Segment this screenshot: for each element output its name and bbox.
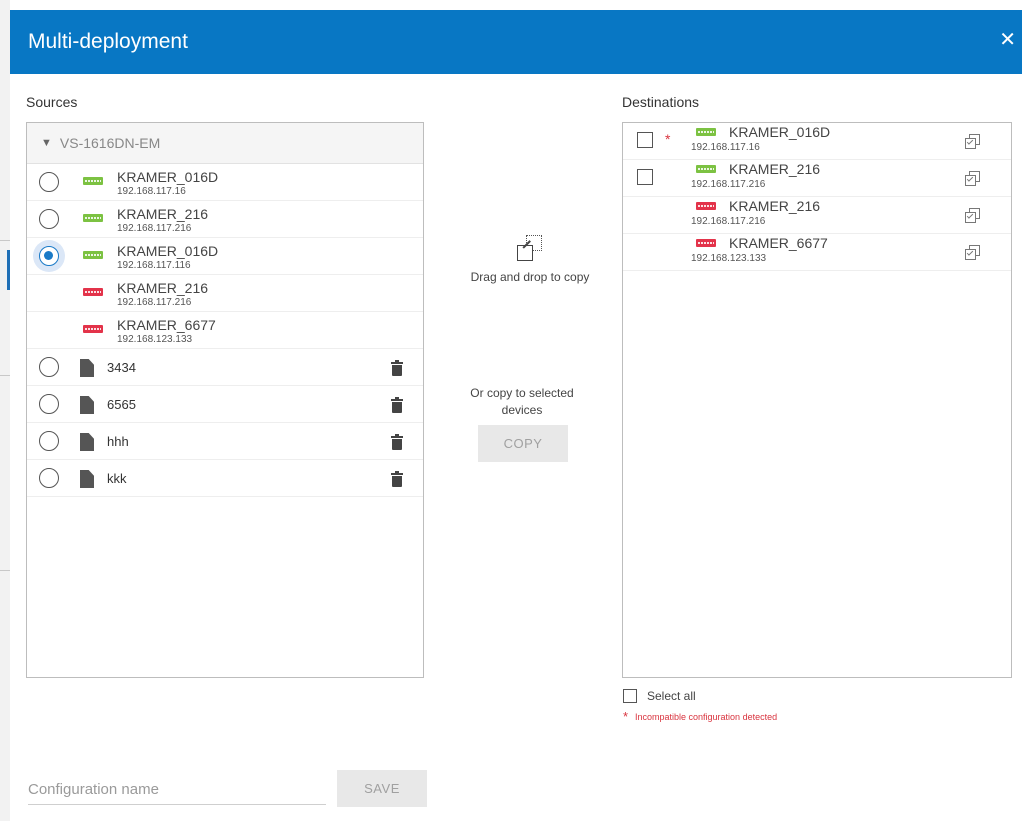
- device-ip: 192.168.117.216: [117, 297, 192, 308]
- dialog-title: Multi-deployment: [28, 30, 188, 53]
- destination-device-row[interactable]: KRAMER_6677 192.168.123.133: [623, 234, 1011, 271]
- file-icon: [80, 433, 94, 451]
- config-row[interactable]: kkk: [27, 460, 423, 497]
- device-ip: 192.168.117.16: [117, 186, 186, 197]
- device-icon: [83, 325, 103, 333]
- background-page-strip: [0, 0, 10, 821]
- warning-legend-text: Incompatible configuration detected: [635, 712, 778, 722]
- sources-label: Sources: [26, 94, 78, 110]
- device-name: KRAMER_6677: [729, 235, 828, 251]
- device-ip: 192.168.117.216: [691, 179, 766, 190]
- config-name: kkk: [107, 471, 127, 486]
- config-radio[interactable]: [39, 357, 59, 377]
- device-ip: 192.168.123.133: [117, 334, 193, 345]
- device-ip: 192.168.117.16: [691, 142, 760, 153]
- device-name: KRAMER_016D: [117, 169, 219, 185]
- config-row[interactable]: 3434: [27, 349, 423, 386]
- device-icon: [696, 165, 716, 173]
- device-icon: [696, 239, 716, 247]
- destinations-panel: * KRAMER_016D 192.168.117.16 KRAMER_216 …: [622, 122, 1012, 678]
- source-device-row[interactable]: KRAMER_6677 192.168.123.133: [27, 312, 423, 349]
- destination-checkbox[interactable]: [637, 169, 653, 185]
- device-name: KRAMER_216: [729, 161, 821, 177]
- or-copy-text-line1: Or copy to selected: [470, 386, 574, 400]
- destination-device-row[interactable]: KRAMER_216 192.168.117.216: [623, 197, 1011, 234]
- device-icon: [83, 288, 103, 296]
- device-icon: [696, 202, 716, 210]
- device-icon: [83, 251, 103, 259]
- chevron-down-icon[interactable]: ▼: [41, 137, 52, 149]
- device-name: KRAMER_016D: [729, 124, 831, 140]
- drag-drop-icon: [517, 235, 543, 261]
- file-icon: [80, 359, 94, 377]
- config-row[interactable]: 6565: [27, 386, 423, 423]
- config-name: 3434: [107, 360, 136, 375]
- save-button[interactable]: SAVE: [337, 770, 427, 807]
- copy-config-icon[interactable]: [965, 134, 980, 149]
- dialog-header: Multi-deployment ✕: [10, 10, 1022, 74]
- select-all-checkbox[interactable]: [623, 689, 637, 703]
- device-icon: [696, 128, 716, 136]
- copy-config-icon[interactable]: [965, 245, 980, 260]
- device-name: KRAMER_216: [117, 280, 209, 296]
- close-icon[interactable]: ✕: [999, 30, 1016, 50]
- config-radio[interactable]: [39, 394, 59, 414]
- source-device-row[interactable]: KRAMER_216 192.168.117.216: [27, 201, 423, 238]
- config-radio[interactable]: [39, 431, 59, 451]
- destinations-label: Destinations: [622, 94, 700, 110]
- source-group-header[interactable]: ▼ VS-1616DN-EM: [27, 123, 423, 164]
- drag-drop-text: Drag and drop to copy: [470, 270, 590, 284]
- destination-checkbox[interactable]: [637, 132, 653, 148]
- or-copy-text-line2: devices: [501, 403, 543, 417]
- copy-config-icon[interactable]: [965, 208, 980, 223]
- sources-panel: ▼ VS-1616DN-EM KRAMER_016D 192.168.117.1…: [26, 122, 424, 678]
- copy-button[interactable]: COPY: [478, 425, 568, 462]
- warning-star: *: [665, 131, 671, 147]
- device-ip: 192.168.117.116: [117, 260, 191, 271]
- source-device-row[interactable]: KRAMER_016D 192.168.117.116: [27, 238, 423, 275]
- multi-deployment-dialog: Multi-deployment ✕ Sources ▼ VS-1616DN-E…: [10, 10, 1022, 821]
- destination-device-row[interactable]: KRAMER_216 192.168.117.216: [623, 160, 1011, 197]
- source-device-row[interactable]: KRAMER_216 192.168.117.216: [27, 275, 423, 312]
- source-group-name: VS-1616DN-EM: [59, 135, 161, 151]
- source-device-row[interactable]: KRAMER_016D 192.168.117.16: [27, 164, 423, 201]
- configuration-name-input[interactable]: [28, 774, 326, 805]
- copy-config-icon[interactable]: [965, 171, 980, 186]
- device-ip: 192.168.117.216: [691, 216, 766, 227]
- config-name: 6565: [107, 397, 136, 412]
- config-name: hhh: [107, 434, 129, 449]
- config-row[interactable]: hhh: [27, 423, 423, 460]
- config-radio[interactable]: [39, 468, 59, 488]
- warning-legend-star: *: [623, 709, 629, 724]
- source-radio[interactable]: [39, 209, 59, 229]
- device-ip: 192.168.117.216: [117, 223, 192, 234]
- device-icon: [83, 214, 103, 222]
- device-name: KRAMER_216: [117, 206, 209, 222]
- trash-icon[interactable]: [391, 434, 403, 450]
- device-name: KRAMER_016D: [117, 243, 219, 259]
- select-all-label[interactable]: Select all: [647, 689, 696, 703]
- device-icon: [83, 177, 103, 185]
- file-icon: [80, 470, 94, 488]
- trash-icon[interactable]: [391, 397, 403, 413]
- trash-icon[interactable]: [391, 471, 403, 487]
- source-radio[interactable]: [39, 172, 59, 192]
- device-name: KRAMER_216: [729, 198, 821, 214]
- trash-icon[interactable]: [391, 360, 403, 376]
- device-name: KRAMER_6677: [117, 317, 216, 333]
- destination-device-row[interactable]: * KRAMER_016D 192.168.117.16: [623, 123, 1011, 160]
- file-icon: [80, 396, 94, 414]
- device-ip: 192.168.123.133: [691, 253, 767, 264]
- source-radio-selected[interactable]: [39, 246, 59, 266]
